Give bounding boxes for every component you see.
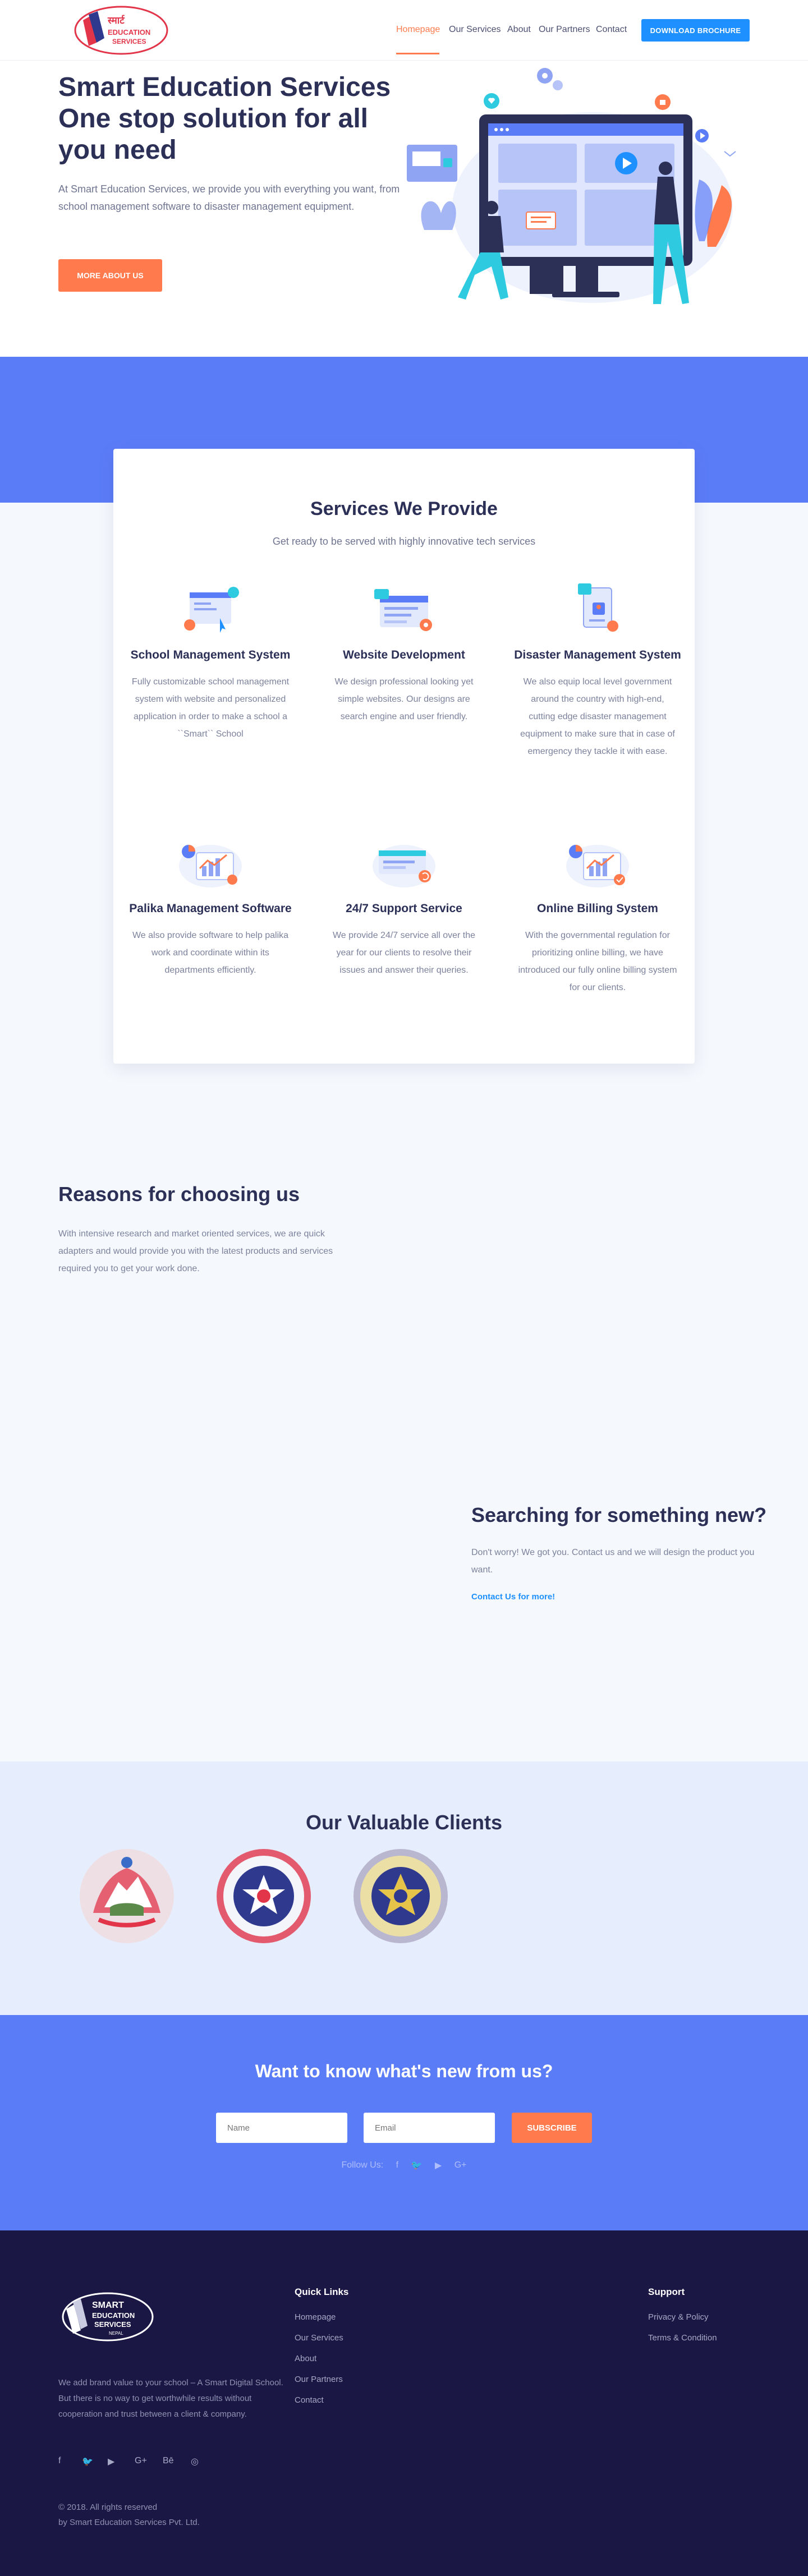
footer-link-homepage[interactable]: Homepage (295, 2312, 336, 2322)
service-text: We provide 24/7 service all over the yea… (332, 931, 476, 975)
service-title: School Management System (130, 648, 291, 661)
footer-link-about[interactable]: About (295, 2354, 316, 2363)
facebook-icon[interactable]: f (58, 2456, 61, 2466)
behance-icon[interactable]: Bē (163, 2456, 174, 2466)
municipality-seal-icon (217, 1849, 311, 1943)
service-text: Fully customizable school management sys… (131, 677, 290, 739)
svg-text:स्मार्ट: स्मार्ट (107, 15, 125, 26)
twitter-icon[interactable]: 🐦 (82, 2456, 93, 2467)
service-website-development: Website Development We design profession… (320, 580, 488, 725)
google-plus-icon[interactable]: G+ (135, 2456, 147, 2466)
service-text: With the governmental regulation for pri… (518, 931, 677, 992)
website-development-icon (374, 589, 432, 631)
service-online-billing: Online Billing System With the governmen… (513, 834, 682, 996)
disaster-management-icon (578, 583, 618, 632)
svg-text:NEPAL: NEPAL (109, 2331, 123, 2336)
service-title: 24/7 Support Service (346, 902, 462, 915)
newsletter-title: Want to know what's new from us? (255, 2061, 553, 2081)
service-title: Online Billing System (537, 902, 658, 915)
hero-text: At Smart Education Services, we provide … (58, 183, 400, 212)
copyright-line: © 2018. All rights reserved (58, 2503, 158, 2512)
active-nav-underline (396, 53, 439, 54)
reasons-title: Reasons for choosing us (58, 1183, 300, 1206)
svg-text:SERVICES: SERVICES (112, 38, 146, 45)
nav-our-services[interactable]: Our Services (449, 25, 501, 35)
subscribe-button[interactable]: SUBSCRIBE (512, 2113, 592, 2143)
svg-text:EDUCATION: EDUCATION (92, 2311, 135, 2320)
service-disaster-management: Disaster Management System We also equip… (513, 580, 682, 760)
nav-about[interactable]: About (507, 25, 531, 35)
footer-link-terms[interactable]: Terms & Condition (648, 2333, 717, 2343)
hero-title: Smart Education Services One stop soluti… (58, 72, 391, 165)
service-text: We design professional looking yet simpl… (334, 677, 474, 721)
footer-link-our-partners[interactable]: Our Partners (295, 2375, 343, 2384)
footer-link-privacy[interactable]: Privacy & Policy (648, 2312, 709, 2322)
twitter-icon[interactable]: 🐦 (411, 2160, 423, 2171)
palika-management-icon (179, 845, 242, 887)
service-title: Palika Management Software (129, 902, 292, 915)
dribbble-icon[interactable]: ◎ (191, 2456, 199, 2467)
search-text: Don't worry! We got you. Contact us and … (471, 1548, 755, 1575)
nav-our-partners[interactable]: Our Partners (539, 25, 590, 35)
name-input[interactable] (216, 2113, 347, 2143)
service-support: 24/7 Support Service We provide 24/7 ser… (320, 834, 488, 979)
more-about-us-button[interactable]: MORE ABOUT US (58, 259, 162, 292)
contact-us-link[interactable]: Contact Us for more! (471, 1592, 555, 1602)
footer-about-text: We add brand value to your school – A Sm… (58, 2378, 283, 2419)
footer-logo[interactable]: SMART EDUCATION SERVICES NEPAL (58, 2289, 154, 2345)
gear-icon (537, 68, 563, 90)
top-navbar: स्मार्ट EDUCATION SERVICES Homepage Our … (0, 0, 808, 61)
svg-text:SMART: SMART (92, 2301, 124, 2310)
logo[interactable]: स्मार्ट EDUCATION SERVICES (72, 3, 168, 57)
copyright-company: by Smart Education Services Pvt. Ltd. (58, 2518, 200, 2527)
service-text: We also provide software to help palika … (132, 931, 289, 975)
rural-municipality-seal-icon (354, 1849, 448, 1943)
svg-text:EDUCATION: EDUCATION (108, 28, 150, 36)
footer-link-contact[interactable]: Contact (295, 2395, 324, 2405)
nav-homepage[interactable]: Homepage (396, 25, 440, 35)
service-title: Disaster Management System (514, 648, 681, 661)
school-management-icon (184, 587, 239, 633)
youtube-icon[interactable]: ▶ (108, 2456, 114, 2467)
follow-us-label: Follow Us: (341, 2160, 384, 2170)
youtube-icon[interactable]: ▶ (435, 2160, 442, 2171)
email-input[interactable] (364, 2113, 495, 2143)
support-heading: Support (648, 2287, 685, 2297)
clients-title: Our Valuable Clients (305, 1811, 503, 1834)
quick-links-heading: Quick Links (295, 2287, 349, 2297)
reasons-text: With intensive research and market orien… (58, 1229, 333, 1273)
google-plus-icon[interactable]: G+ (454, 2160, 467, 2170)
hero-illustration (407, 68, 736, 304)
copyright: © 2018. All rights reserved by Smart Edu… (58, 2500, 294, 2530)
service-title: Website Development (343, 648, 465, 661)
service-palika-management: Palika Management Software We also provi… (126, 834, 295, 979)
nav-contact[interactable]: Contact (596, 25, 627, 35)
nepal-emblem-icon (80, 1849, 174, 1943)
footer-link-our-services[interactable]: Our Services (295, 2333, 343, 2343)
services-subtitle: Get ready to be served with highly innov… (272, 536, 536, 547)
search-title: Searching for something new? (471, 1503, 767, 1526)
svg-text:SERVICES: SERVICES (94, 2320, 131, 2329)
support-icon (373, 845, 435, 887)
facebook-icon[interactable]: f (396, 2160, 398, 2170)
service-text: We also equip local level government aro… (520, 677, 675, 756)
download-brochure-button[interactable]: DOWNLOAD BROCHURE (641, 19, 750, 42)
service-school-management: School Management System Fully customiza… (126, 580, 295, 743)
services-title: Services We Provide (310, 498, 498, 519)
billing-icon (566, 845, 629, 887)
follow-us-row: Follow Us: f 🐦 ▶ G+ (0, 2160, 808, 2171)
